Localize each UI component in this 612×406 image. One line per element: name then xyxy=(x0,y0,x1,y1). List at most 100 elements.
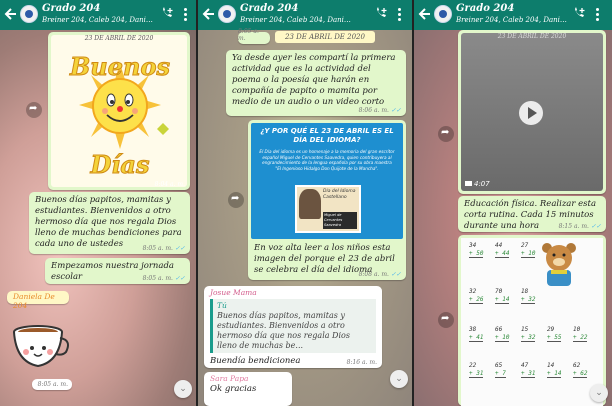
message-time: 8:15 a. m. ✓✓ xyxy=(558,223,601,230)
overflow-menu-icon[interactable] xyxy=(398,8,402,22)
scroll-down-icon[interactable]: ⌄ xyxy=(590,384,608,402)
video-thumbnail[interactable]: 23 DE ABRIL DE 2020 4:07 xyxy=(461,33,603,191)
sticker-timestamp: 8:05 a. m. xyxy=(32,379,72,390)
math-term: + 62 xyxy=(573,370,588,378)
chat-participants[interactable]: Breiner 204, Caleb 204, Daniel Ricardo 2… xyxy=(456,16,568,24)
portrait-name: Miguel de Cervantes Saavedra xyxy=(323,212,357,229)
math-term: 32 xyxy=(469,288,477,295)
add-call-icon[interactable] xyxy=(160,7,174,21)
math-term: 14 xyxy=(547,362,555,369)
math-term: 34 xyxy=(469,242,477,249)
math-term: + 14 xyxy=(547,370,562,378)
back-arrow-icon[interactable] xyxy=(4,6,18,22)
add-call-icon[interactable] xyxy=(374,7,388,21)
math-term: 29 xyxy=(547,326,555,333)
play-button-icon[interactable] xyxy=(519,101,543,125)
incoming-reply-message[interactable]: Josue Mama Tú Buenos días papitos, mamit… xyxy=(204,286,382,368)
message-text: Ok gracias xyxy=(210,384,257,394)
outgoing-message[interactable]: Buenos días papitos, mamitas y estudiant… xyxy=(29,192,190,254)
incoming-message[interactable]: Sara Papa Ok gracias xyxy=(204,372,292,406)
quoted-message[interactable]: Tú Buenos días papitos, mamitas y estudi… xyxy=(210,299,376,353)
add-call-icon[interactable] xyxy=(572,7,586,21)
message-time: 8:16 a. m. xyxy=(346,359,377,366)
read-checkmarks-icon: ✓✓ xyxy=(590,223,601,230)
read-checkmarks-icon: ✓✓ xyxy=(390,271,401,278)
image-message[interactable]: 23 DE ABRIL DE 2020 Buenos Días 8:04 a. … xyxy=(48,32,190,190)
math-term: 62 xyxy=(573,362,581,369)
read-checkmarks-icon: ✓✓ xyxy=(174,245,185,252)
greeting-word-2: Días xyxy=(90,150,150,179)
outgoing-message[interactable]: Ya desde ayer les compartí la primera ac… xyxy=(226,50,406,116)
chat-header: Grado 204 Breiner 204, Caleb 204, Daniel… xyxy=(0,0,196,30)
math-term: + 31 xyxy=(521,370,536,378)
chat-header: Grado 204 Breiner 204, Caleb 204, Daniel… xyxy=(414,0,612,30)
message-time: 8:05 a. m. ✓✓ xyxy=(142,275,185,282)
back-arrow-icon[interactable] xyxy=(418,6,432,22)
sender-label: Daniela De 204 xyxy=(7,291,69,310)
reply-sender[interactable]: Josue Mama xyxy=(204,286,382,297)
outgoing-message[interactable]: Empezamos nuestra jornada escolar 8:05 a… xyxy=(45,258,190,284)
math-term: + 50 xyxy=(469,250,484,258)
forward-icon[interactable] xyxy=(438,312,454,328)
chat-participants[interactable]: Breiner 204, Caleb 204, Daniel Ricardo 2… xyxy=(240,16,352,24)
math-term: + 7 xyxy=(495,370,506,378)
infographic-title: ¿Y POR QUÉ EL 23 DE ABRIL ES EL DÍA DEL … xyxy=(260,127,394,144)
math-term: + 31 xyxy=(469,370,484,378)
image-message[interactable]: 34 44 27 + 50 + 44 + 10 32 70 18 + 26 + 14 + 32 38 66… xyxy=(458,235,606,406)
math-term: + 22 xyxy=(573,334,588,342)
coffee-cup-sticker[interactable] xyxy=(10,318,70,372)
sun-illustration: Buenos Días xyxy=(69,52,171,180)
math-term: 44 xyxy=(495,242,503,249)
overflow-menu-icon[interactable] xyxy=(596,8,600,22)
greeting-word-1: Buenos xyxy=(69,52,170,81)
chat-screen-1: Grado 204 Breiner 204, Caleb 204, Daniel… xyxy=(0,0,196,406)
math-worksheet-image: 34 44 27 + 50 + 44 + 10 32 70 18 + 26 + 14 + 32 38 66… xyxy=(461,238,603,406)
math-term: + 32 xyxy=(521,334,536,342)
back-arrow-icon[interactable] xyxy=(202,6,216,22)
group-avatar[interactable] xyxy=(218,5,236,23)
math-term: + 14 xyxy=(495,296,510,304)
math-term: 66 xyxy=(495,326,503,333)
image-date-stamp: 23 DE ABRIL DE 2020 xyxy=(84,35,154,42)
message-text: En voz alta leer a los niños esta imagen… xyxy=(254,243,395,275)
group-avatar[interactable] xyxy=(434,5,452,23)
math-term: 38 xyxy=(469,326,477,333)
math-term: 22 xyxy=(469,362,477,369)
image-date-stamp: 23 DE ABRIL DE 2020 xyxy=(497,33,567,40)
image-message[interactable]: ¿Y POR QUÉ EL 23 DE ABRIL ES EL DÍA DEL … xyxy=(248,120,406,280)
bear-illustration xyxy=(542,243,576,286)
infographic-body: El Día del idioma es un homenaje a la me… xyxy=(259,149,395,171)
group-avatar[interactable] xyxy=(20,5,38,23)
video-duration: 4:07 xyxy=(465,180,490,188)
idioma-infographic: ¿Y POR QUÉ EL 23 DE ABRIL ES EL DÍA DEL … xyxy=(251,123,403,239)
forward-icon[interactable] xyxy=(228,192,244,208)
math-term: 65 xyxy=(495,362,503,369)
math-term: + 10 xyxy=(495,334,510,342)
forward-icon[interactable] xyxy=(438,126,454,142)
video-message[interactable]: 23 DE ABRIL DE 2020 4:07 xyxy=(458,30,606,194)
chat-title[interactable]: Grado 204 xyxy=(456,3,514,14)
chat-title[interactable]: Grado 204 xyxy=(240,3,298,14)
math-term: 27 xyxy=(521,242,529,249)
date-separator: 23 DE ABRIL DE 2020 xyxy=(275,31,375,43)
overflow-menu-icon[interactable] xyxy=(184,8,188,22)
chat-participants[interactable]: Breiner 204, Caleb 204, Daniel Ricardo 2… xyxy=(42,16,154,24)
chat-title[interactable]: Grado 204 xyxy=(42,3,100,14)
math-term: + 10 xyxy=(521,250,536,258)
math-term: + 44 xyxy=(495,250,510,258)
scroll-down-icon[interactable]: ⌄ xyxy=(390,370,408,388)
outgoing-message[interactable]: Educación física. Realizar esta corta ru… xyxy=(458,196,606,232)
scroll-down-icon[interactable]: ⌄ xyxy=(174,380,192,398)
forward-icon[interactable] xyxy=(26,102,42,118)
math-term: + 41 xyxy=(469,334,484,342)
math-term: 47 xyxy=(521,362,529,369)
message-time: 8:08 a. m. ✓✓ xyxy=(358,271,401,278)
message-time: 8:05 a. m. ✓✓ xyxy=(142,245,185,252)
cervantes-portrait: Día del Idioma Castellano Miguel de Cerv… xyxy=(295,185,361,233)
message-time: 8:06 a. m. ✓✓ xyxy=(358,107,401,114)
chat-screen-3: Grado 204 Breiner 204, Caleb 204, Daniel… xyxy=(414,0,612,406)
message-sender[interactable]: Sara Papa xyxy=(204,372,292,383)
math-term: 15 xyxy=(521,326,529,333)
message-time-fragment: 8:05 a. m. xyxy=(238,28,270,44)
quoted-sender: Tú xyxy=(217,301,227,310)
